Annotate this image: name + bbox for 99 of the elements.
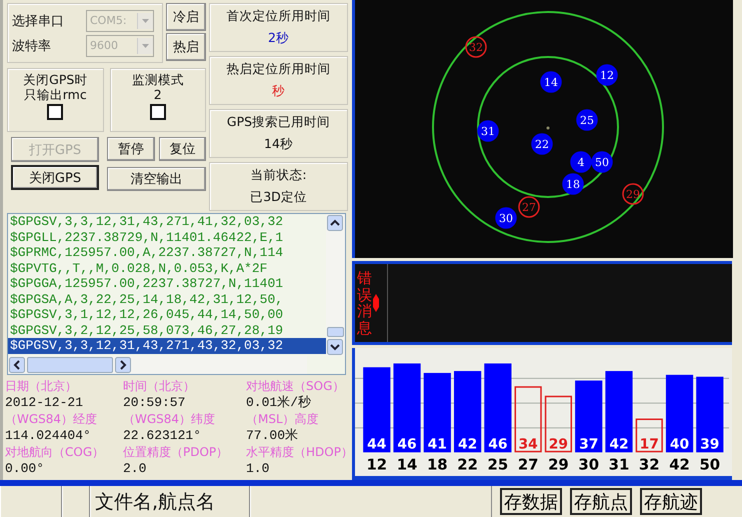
info-label: 时间（北京） (123, 378, 196, 394)
satellite-id-label: 12 (366, 456, 388, 474)
info-label: （MSL）高度 (246, 411, 320, 427)
info-value: 20:59:57 (123, 394, 186, 411)
signal-value: 37 (579, 436, 598, 453)
status-title: 首次定位所用时间 (226, 8, 330, 26)
save-button[interactable]: 存数据 (500, 488, 562, 515)
status-cell (62, 486, 90, 517)
signal-value: 29 (548, 436, 568, 453)
log-line[interactable]: $GPGLL,2237.38729,N,11401.46422,E,1 (8, 230, 326, 245)
signal-value: 41 (428, 436, 447, 453)
satellite-id-label: 50 (699, 456, 720, 474)
signal-value: 46 (488, 436, 508, 453)
signal-value: 34 (518, 436, 538, 453)
info-value: 77.00米 (246, 427, 300, 444)
info-label: 日期（北京） (5, 378, 78, 394)
scroll-up-icon[interactable] (327, 215, 343, 231)
info-value: 0.00° (5, 460, 46, 477)
vertical-scrollbar[interactable] (326, 214, 345, 356)
used-satellite-marker: 12 (596, 64, 618, 86)
save-button[interactable]: 存航点 (570, 488, 632, 515)
field-label: 波特率 (12, 38, 52, 54)
signal-value: 46 (397, 436, 417, 453)
action-button[interactable]: 清空输出 (107, 167, 206, 191)
signal-value: 42 (458, 436, 478, 453)
signal-value: 44 (367, 436, 386, 453)
info-value: 0.01米/秒 (246, 394, 312, 411)
satellite-id-label: 32 (638, 456, 660, 474)
action-button[interactable]: 复位 (158, 137, 206, 161)
satellite-id-label: 25 (488, 456, 508, 474)
info-value: 2.0 (123, 460, 148, 477)
satellite-id-label: 31 (608, 456, 630, 474)
field-label: 选择串口 (12, 12, 65, 30)
file-name-label: 文件名,航点名 (90, 486, 250, 517)
status-value: 14秒 (264, 136, 293, 153)
log-line[interactable]: $GPGSA,A,3,22,25,14,18,42,31,12,50, (8, 292, 326, 307)
log-line[interactable]: $GPGSV,3,3,12,31,43,271,41,32,03,32 (8, 214, 326, 230)
status-title: GPS搜索已用时间 (226, 114, 330, 132)
status-value: 已3D定位 (250, 188, 307, 206)
status-value: 秒 (272, 82, 285, 100)
info-value: 22.623121° (123, 427, 202, 444)
nmea-log-list[interactable] (7, 213, 346, 375)
status-cell (0, 486, 62, 517)
status-title: 当前状态: (250, 167, 307, 184)
info-label: 对地航速（SOG） (246, 378, 346, 394)
used-satellite-marker: 25 (576, 109, 598, 131)
used-satellite-marker: 22 (531, 133, 553, 155)
used-satellite-marker: 14 (540, 71, 562, 93)
signal-value: 17 (640, 436, 659, 453)
log-line[interactable]: $GPGGA,125957.00,2237.38727,N,11401 (8, 276, 326, 292)
satellite-id-label: 30 (578, 456, 600, 474)
unused-satellite-marker: 27 (518, 196, 540, 218)
info-label: （WGS84）经度 (5, 411, 98, 427)
info-label: 对地航向（COG） (5, 444, 106, 460)
option-label: 监测模式 2 (132, 72, 184, 102)
checkbox[interactable] (47, 104, 64, 120)
info-label: 水平精度（HDOP） (246, 444, 353, 460)
satellite-id-label: 18 (427, 456, 448, 474)
info-label: （WGS84）纬度 (123, 411, 216, 427)
used-satellite-marker: 18 (562, 173, 584, 195)
signal-value: 40 (670, 436, 690, 453)
satellite-id-label: 42 (669, 456, 690, 474)
satellite-id-label: 14 (396, 456, 418, 474)
signal-value: 39 (700, 436, 720, 453)
used-satellite-marker: 31 (477, 120, 499, 142)
info-value: 1.0 (246, 460, 270, 477)
log-line[interactable]: $GPRMC,125957.00,A,2237.38727,N,114 (8, 245, 326, 260)
caret-icon (142, 18, 149, 22)
double-arrow-icon (373, 294, 379, 312)
info-label: 位置精度（PDOP） (123, 444, 230, 460)
info-value: 114.024404° (5, 427, 92, 444)
log-line[interactable]: $GPGSV,3,2,12,25,58,073,46,27,28,19 (8, 322, 326, 338)
satellite-id-label: 27 (518, 456, 538, 474)
gps-button[interactable]: 关闭GPS (11, 165, 99, 190)
option-label: 关闭GPS时 只输出rmc (23, 72, 88, 102)
used-satellite-marker: 30 (495, 207, 517, 229)
action-button[interactable]: 暂停 (107, 137, 154, 161)
start-button[interactable]: 热启 (166, 33, 206, 61)
unused-satellite-marker: 32 (465, 36, 487, 58)
satellite-id-label: 29 (548, 456, 569, 474)
info-value: 2012-12-21 (5, 394, 84, 411)
scroll-left-icon[interactable] (9, 357, 25, 373)
error-message-label: 错误消息 (357, 270, 372, 336)
status-title: 热启定位所用时间 (226, 61, 330, 78)
log-line[interactable]: $GPVTG,,T,,M,0.028,N,0.053,K,A*2F (8, 260, 326, 276)
caret-icon (142, 44, 149, 48)
signal-value: 42 (609, 436, 629, 453)
scroll-down-icon[interactable] (327, 339, 343, 355)
scroll-thumb[interactable] (27, 357, 113, 373)
scroll-right-icon[interactable] (115, 357, 131, 373)
start-button[interactable]: 冷启 (166, 3, 206, 31)
horizontal-scrollbar[interactable] (8, 356, 307, 374)
satellite-id-label: 22 (457, 456, 478, 474)
checkbox[interactable] (150, 104, 166, 120)
save-button[interactable]: 存航迹 (640, 488, 702, 515)
unused-satellite-marker: 29 (622, 183, 644, 205)
log-line[interactable]: $GPGSV,3,1,12,12,26,045,44,14,50,00 (8, 307, 326, 322)
status-value: 2秒 (268, 30, 289, 47)
scroll-thumb[interactable] (327, 327, 344, 337)
